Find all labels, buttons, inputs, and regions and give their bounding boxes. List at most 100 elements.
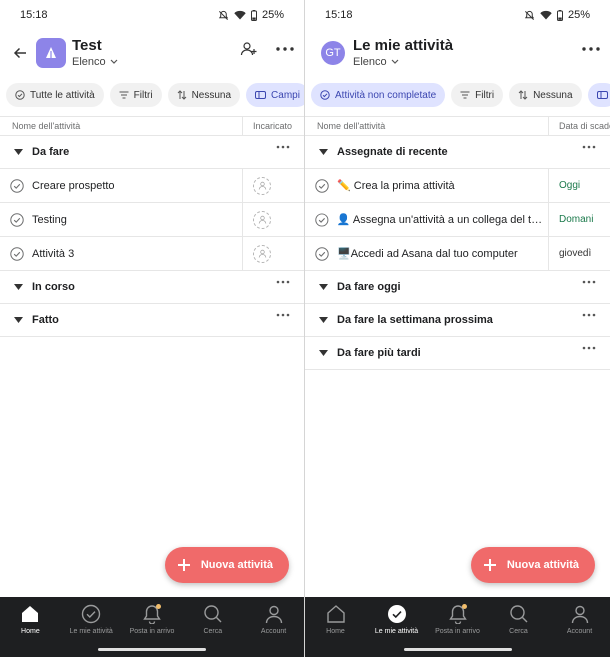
collapse-triangle-icon[interactable] (319, 284, 328, 290)
bell-icon (447, 603, 469, 625)
project-title: Test (72, 36, 102, 54)
chevron-down-icon (391, 59, 399, 64)
view-selector[interactable]: Elenco (72, 55, 118, 70)
pencil-emoji: ✏️ (337, 180, 351, 192)
check-circle-icon (320, 90, 330, 100)
nav-account[interactable]: Account (244, 603, 304, 657)
complete-checkbox-icon[interactable] (315, 178, 329, 193)
section-fatto[interactable]: Fatto (0, 304, 304, 337)
nav-home[interactable]: Home (0, 603, 60, 657)
account-icon (569, 603, 591, 625)
complete-checkbox-icon[interactable] (315, 246, 329, 261)
gesture-bar[interactable] (403, 648, 512, 651)
my-tasks-header: GT Le mie attività Elenco (305, 30, 610, 76)
column-task-name[interactable]: Nome dell'attività (305, 121, 548, 131)
task-row[interactable]: Attività 3 (0, 237, 304, 271)
complete-checkbox-icon[interactable] (315, 212, 329, 227)
dnd-icon (524, 10, 535, 21)
avatar[interactable]: GT (321, 41, 345, 65)
chip-sort[interactable]: Nessuna (167, 83, 241, 107)
project-header: Test Elenco (0, 30, 304, 76)
left-screen: 15:18 25% Test Elenco Tutte le attività … (0, 0, 304, 657)
section-more-icon[interactable] (582, 346, 596, 350)
chip-filters[interactable]: Filtri (109, 83, 162, 107)
new-task-button[interactable]: Nuova attività (470, 547, 595, 583)
due-date[interactable]: giovedì (559, 248, 591, 259)
due-date[interactable]: Oggi (559, 180, 580, 191)
due-date[interactable]: Domani (559, 214, 593, 225)
nav-account[interactable]: Account (550, 603, 610, 657)
assignee-placeholder-icon[interactable] (253, 244, 271, 263)
chip-fields[interactable] (587, 83, 610, 107)
home-icon (325, 603, 347, 625)
task-row[interactable]: 🖥️Accedi ad Asana dal tuo computer giove… (305, 237, 610, 271)
task-name[interactable]: 👤 Assegna un'attività a un collega del t… (337, 213, 548, 226)
assignee-placeholder-icon[interactable] (253, 176, 271, 195)
column-task-name[interactable]: Nome dell'attività (0, 121, 242, 131)
plus-icon (483, 559, 496, 571)
fields-icon (596, 91, 608, 99)
account-icon (263, 603, 285, 625)
search-icon (508, 603, 530, 625)
task-row[interactable]: 👤 Assegna un'attività a un collega del t… (305, 203, 610, 237)
column-header: Nome dell'attività Incaricato (0, 116, 304, 136)
section-assigned-recently[interactable]: Assegnate di recente (305, 136, 610, 169)
gesture-bar[interactable] (98, 648, 206, 651)
collapse-triangle-icon[interactable] (14, 149, 23, 155)
task-row[interactable]: ✏️ Crea la prima attività Oggi (305, 169, 610, 203)
more-options-icon[interactable] (580, 38, 602, 60)
collapse-triangle-icon[interactable] (319, 149, 328, 155)
search-icon (202, 603, 224, 625)
chip-all-tasks[interactable]: Tutte le attività (6, 83, 104, 107)
section-due-next-week[interactable]: Da fare la settimana prossima (305, 304, 610, 337)
collapse-triangle-icon[interactable] (319, 317, 328, 323)
battery-percent: 25% (567, 9, 590, 21)
task-list: Da fare Creare prospetto Testing Attivit… (0, 136, 304, 337)
section-more-icon[interactable] (582, 145, 596, 149)
chip-fields[interactable]: Campi (246, 83, 304, 107)
section-more-icon[interactable] (276, 313, 290, 317)
assignee-placeholder-icon[interactable] (253, 210, 271, 229)
section-due-today[interactable]: Da fare oggi (305, 271, 610, 304)
bottom-nav: Home Le mie attività Posta in arrivo Cer… (0, 597, 304, 657)
task-name[interactable]: Testing (32, 214, 67, 226)
person-emoji: 👤 (336, 214, 351, 226)
section-due-later[interactable]: Da fare più tardi (305, 337, 610, 370)
section-more-icon[interactable] (276, 280, 290, 284)
column-due-date[interactable]: Data di scadenza (548, 117, 610, 135)
task-list: Assegnate di recente ✏️ Crea la prima at… (305, 136, 610, 370)
complete-checkbox-icon[interactable] (10, 212, 24, 227)
task-name[interactable]: Creare prospetto (32, 180, 115, 192)
back-arrow-icon[interactable] (10, 43, 30, 63)
chip-sort[interactable]: Nessuna (509, 83, 582, 107)
complete-checkbox-icon[interactable] (10, 178, 24, 193)
complete-checkbox-icon[interactable] (10, 246, 24, 261)
bell-icon (141, 603, 163, 625)
column-header: Nome dell'attività Data di scadenza (305, 116, 610, 136)
task-name[interactable]: 🖥️Accedi ad Asana dal tuo computer (337, 247, 518, 260)
task-name[interactable]: Attività 3 (32, 248, 74, 260)
wifi-icon (540, 10, 552, 20)
section-in-corso[interactable]: In corso (0, 271, 304, 304)
notification-dot (461, 604, 467, 609)
view-selector[interactable]: Elenco (353, 55, 453, 70)
chip-filters[interactable]: Filtri (451, 83, 504, 107)
task-name[interactable]: ✏️ Crea la prima attività (337, 179, 455, 192)
more-options-icon[interactable] (274, 38, 296, 60)
section-more-icon[interactable] (582, 313, 596, 317)
section-more-icon[interactable] (582, 280, 596, 284)
new-task-button[interactable]: Nuova attività (164, 547, 289, 583)
collapse-triangle-icon[interactable] (14, 284, 23, 290)
task-row[interactable]: Creare prospetto (0, 169, 304, 203)
add-member-icon[interactable] (238, 38, 260, 60)
collapse-triangle-icon[interactable] (14, 317, 23, 323)
column-assignee[interactable]: Incaricato (242, 117, 304, 135)
task-row[interactable]: Testing (0, 203, 304, 237)
dnd-icon (218, 10, 229, 21)
nav-home[interactable]: Home (306, 603, 366, 657)
status-bar: 15:18 25% (305, 0, 610, 30)
collapse-triangle-icon[interactable] (319, 350, 328, 356)
section-more-icon[interactable] (276, 145, 290, 149)
chip-incomplete-tasks[interactable]: Attività non completate (311, 83, 446, 107)
section-da-fare[interactable]: Da fare (0, 136, 304, 169)
